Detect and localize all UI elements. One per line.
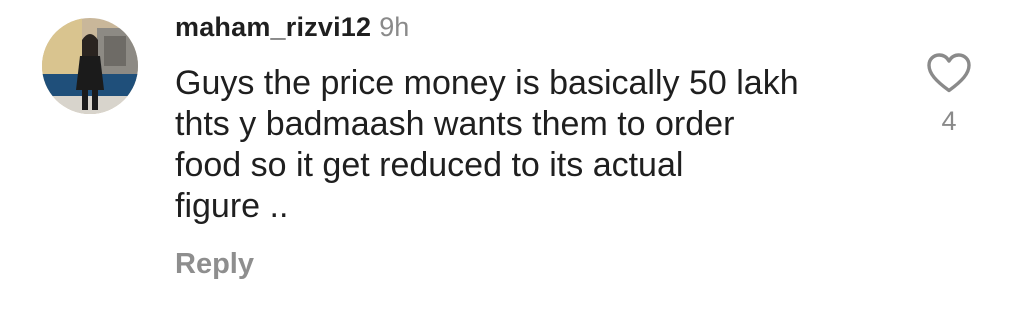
like-section: 4: [918, 52, 980, 137]
comment-text-line: thts y badmaash wants them to order: [175, 105, 735, 143]
comment-text-line: Guys the price money is basically 50 lak…: [175, 64, 799, 102]
comment-header: maham_rizvi12 9h: [175, 12, 409, 48]
heart-outline-icon: [927, 53, 971, 93]
comment-item: maham_rizvi12 9h Guys the price money is…: [0, 0, 1024, 320]
avatar[interactable]: [42, 18, 138, 114]
like-button[interactable]: [926, 52, 972, 94]
username-link[interactable]: maham_rizvi12: [175, 12, 371, 43]
like-count: 4: [941, 106, 957, 136]
comment-text: Guys the price money is basically 50 lak…: [175, 63, 895, 227]
profile-photo: [42, 18, 138, 114]
comment-text-line: food so it get reduced to its actual: [175, 146, 684, 184]
comment-text-line: figure ..: [175, 187, 289, 225]
timestamp: 9h: [379, 12, 410, 42]
reply-button[interactable]: Reply: [175, 248, 254, 281]
